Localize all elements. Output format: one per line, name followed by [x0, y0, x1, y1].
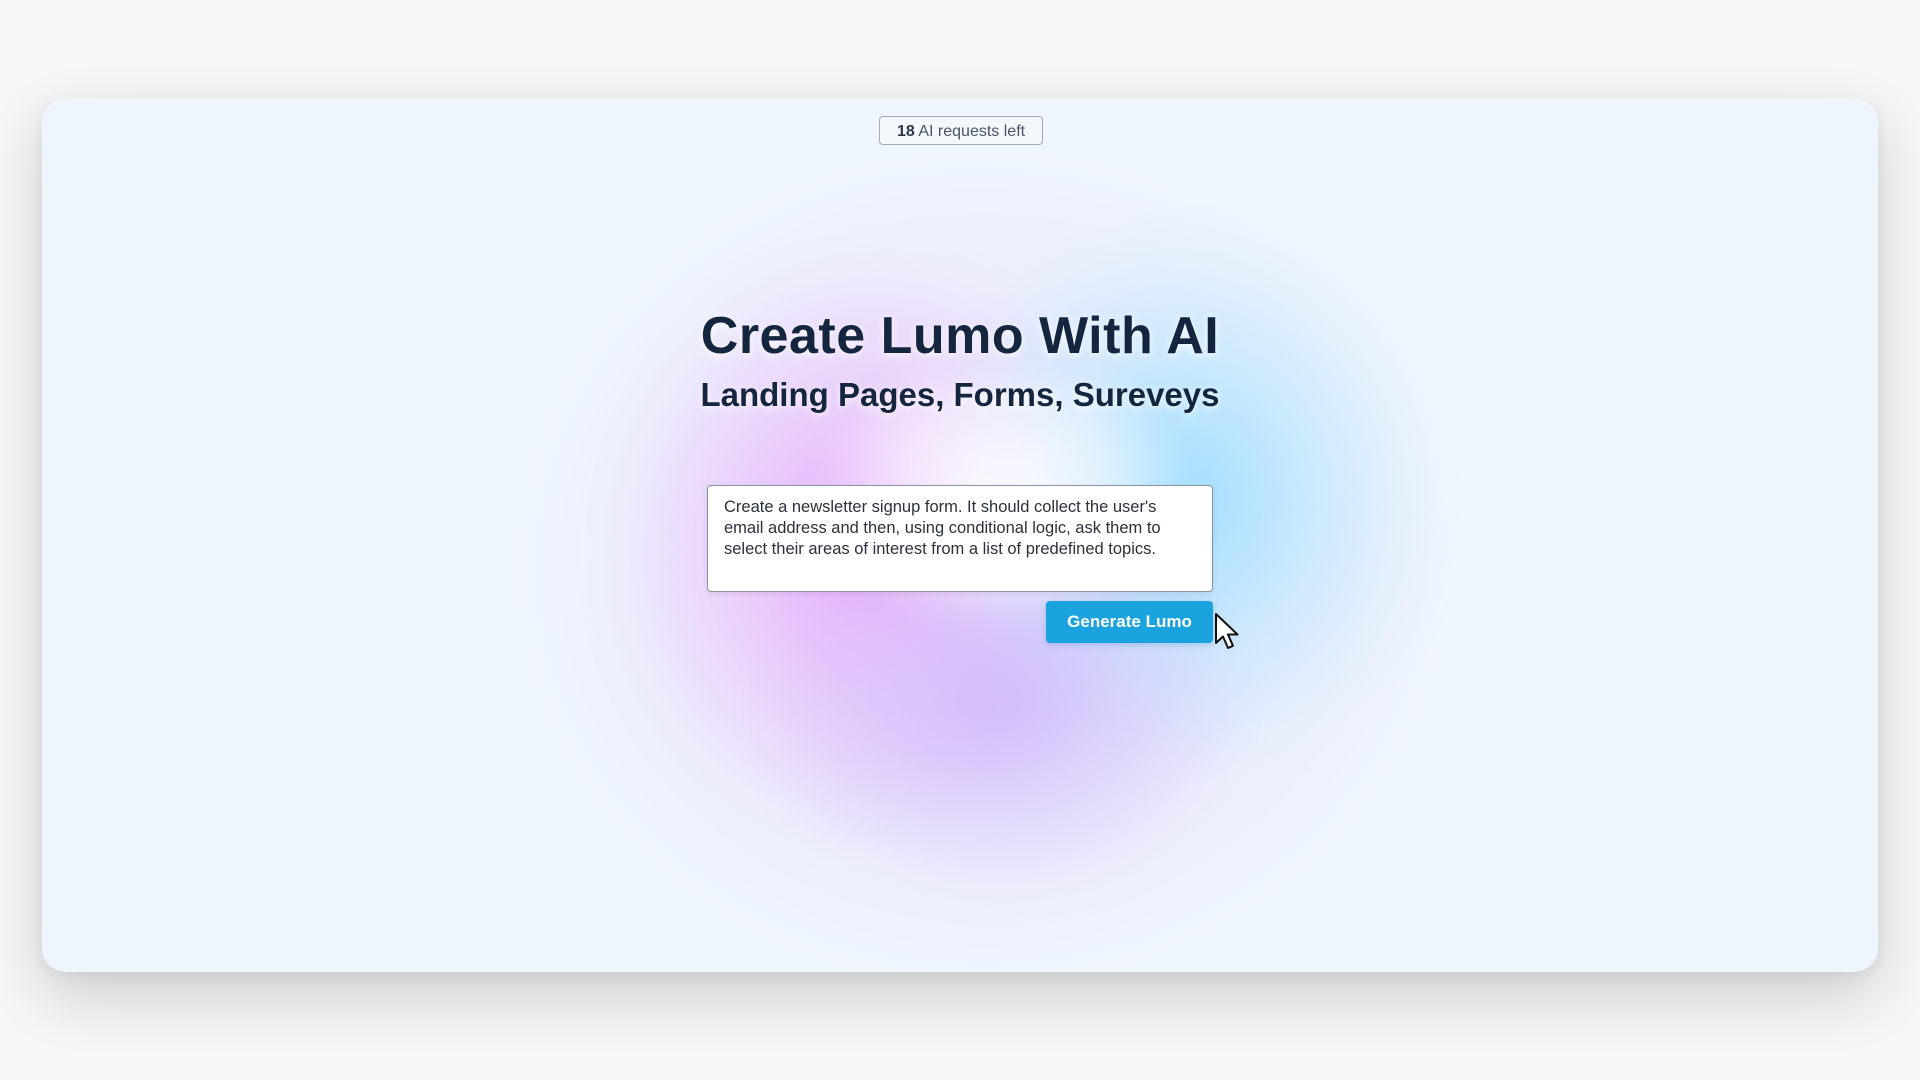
page-title: Create Lumo With AI — [700, 307, 1220, 365]
app-window: 18 AI requests left Create Lumo With AI … — [42, 98, 1878, 972]
ai-requests-badge: 18 AI requests left — [879, 116, 1044, 145]
generate-lumo-button[interactable]: Generate Lumo — [1046, 601, 1213, 643]
ai-requests-label: AI requests left — [914, 123, 1026, 140]
page-subtitle: Landing Pages, Forms, Sureveys — [700, 376, 1220, 413]
ai-requests-count: 18 — [897, 123, 915, 140]
ai-prompt-input[interactable]: Create a newsletter signup form. It shou… — [707, 485, 1213, 592]
mouse-pointer-icon — [1215, 613, 1239, 649]
